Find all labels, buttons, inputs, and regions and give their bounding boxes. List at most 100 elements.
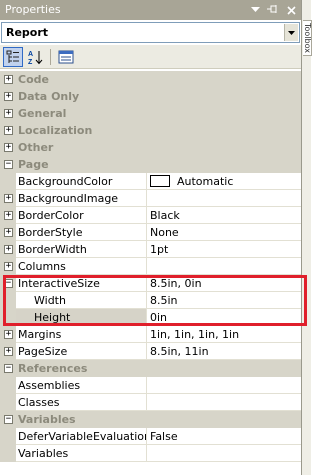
property-name[interactable]: Columns [16, 258, 147, 275]
property-row-columns[interactable]: + Columns [0, 258, 301, 275]
toolbox-tab-label: Toolbox [303, 23, 312, 53]
category-label: References [16, 360, 301, 377]
category-code[interactable]: + Code [0, 71, 301, 88]
property-value[interactable]: False [147, 428, 301, 445]
property-value[interactable]: 1in, 1in, 1in, 1in [147, 326, 301, 343]
property-name[interactable]: BorderColor [16, 207, 147, 224]
expand-icon[interactable]: + [4, 262, 13, 271]
property-row-bordercolor[interactable]: + BorderColor Black [0, 207, 301, 224]
property-row-borderstyle[interactable]: + BorderStyle None [0, 224, 301, 241]
property-value[interactable] [147, 445, 301, 462]
property-name[interactable]: Height [16, 309, 147, 326]
property-value-text: False [150, 429, 178, 443]
property-value-text: None [150, 225, 179, 239]
window-position-dropdown-icon[interactable] [249, 3, 261, 17]
property-value-text: 8.5in, 0in [150, 276, 202, 290]
property-name[interactable]: BorderWidth [16, 241, 147, 258]
collapse-icon[interactable]: − [4, 364, 13, 373]
property-row-margins[interactable]: + Margins 1in, 1in, 1in, 1in [0, 326, 301, 343]
expand-icon[interactable]: + [4, 211, 13, 220]
property-pages-button[interactable] [56, 47, 76, 67]
category-other[interactable]: + Other [0, 139, 301, 156]
categorized-button[interactable] [3, 46, 23, 67]
window-title: Properties [5, 3, 61, 16]
category-page[interactable]: − Page [0, 156, 301, 173]
property-row-classes[interactable]: Classes [0, 394, 301, 411]
expand-icon[interactable]: + [4, 245, 13, 254]
close-icon[interactable] [285, 3, 297, 17]
expand-icon[interactable]: + [4, 75, 13, 84]
expand-icon[interactable]: + [4, 92, 13, 101]
property-row-backgroundcolor[interactable]: BackgroundColor Automatic [0, 173, 301, 190]
property-row-variables[interactable]: Variables [0, 445, 301, 462]
toolbox-side-tab[interactable]: Toolbox [303, 20, 312, 56]
property-row-width[interactable]: Width 8.5in [0, 292, 301, 309]
property-row-borderwidth[interactable]: + BorderWidth 1pt [0, 241, 301, 258]
property-value[interactable]: Black [147, 207, 301, 224]
property-value-text: Automatic [177, 174, 234, 188]
property-name[interactable]: BackgroundImage [16, 190, 147, 207]
collapse-icon[interactable]: − [4, 415, 13, 424]
auto-hide-pin-icon[interactable] [267, 3, 279, 17]
category-localization[interactable]: + Localization [0, 122, 301, 139]
property-value[interactable]: 0in [147, 309, 301, 326]
row-gutter: − [0, 156, 16, 173]
expand-icon[interactable]: + [4, 109, 13, 118]
row-gutter [0, 428, 16, 445]
category-variables[interactable]: − Variables [0, 411, 301, 428]
property-row-pagesize[interactable]: + PageSize 8.5in, 11in [0, 343, 301, 360]
row-gutter: + [0, 258, 16, 275]
toolbar-separator [50, 48, 51, 65]
alphabetical-button[interactable]: A Z [25, 47, 45, 67]
property-value[interactable]: None [147, 224, 301, 241]
collapse-icon[interactable]: − [4, 279, 13, 288]
property-name[interactable]: InteractiveSize [16, 275, 147, 292]
object-selector[interactable]: Report [1, 22, 300, 43]
property-name[interactable]: Margins [16, 326, 147, 343]
category-data-only[interactable]: + Data Only [0, 88, 301, 105]
expand-icon[interactable]: + [4, 143, 13, 152]
sort-alphabetical-icon: A Z [28, 50, 43, 65]
property-row-interactivesize[interactable]: − InteractiveSize 8.5in, 0in [0, 275, 301, 292]
category-references[interactable]: − References [0, 360, 301, 377]
category-label: Localization [16, 122, 301, 139]
property-name[interactable]: PageSize [16, 343, 147, 360]
category-general[interactable]: + General [0, 105, 301, 122]
expand-icon[interactable]: + [4, 228, 13, 237]
property-pages-icon [58, 50, 74, 63]
expand-icon[interactable]: + [4, 347, 13, 356]
property-name[interactable]: Width [16, 292, 147, 309]
row-gutter: + [0, 224, 16, 241]
category-label: Page [16, 156, 301, 173]
property-value[interactable]: 8.5in, 11in [147, 343, 301, 360]
collapse-icon[interactable]: − [4, 160, 13, 169]
property-name[interactable]: Variables [16, 445, 147, 462]
property-value[interactable] [147, 258, 301, 275]
property-row-assemblies[interactable]: Assemblies [0, 377, 301, 394]
property-value[interactable]: Automatic [147, 173, 301, 190]
property-value-text: 1pt [150, 242, 169, 256]
property-row-height[interactable]: Height 0in [0, 309, 301, 326]
property-name[interactable]: BorderStyle [16, 224, 147, 241]
row-gutter: + [0, 105, 16, 122]
category-label: General [16, 105, 301, 122]
svg-text:A: A [28, 51, 33, 58]
chevron-down-icon[interactable] [284, 24, 298, 41]
property-name[interactable]: BackgroundColor [16, 173, 147, 190]
expand-icon[interactable]: + [4, 194, 13, 203]
expand-icon[interactable]: + [4, 126, 13, 135]
property-value[interactable]: 8.5in [147, 292, 301, 309]
property-value[interactable]: 8.5in, 0in [147, 275, 301, 292]
category-label: Variables [16, 411, 301, 428]
row-gutter: + [0, 343, 16, 360]
property-value[interactable] [147, 394, 301, 411]
property-name[interactable]: Assemblies [16, 377, 147, 394]
expand-icon[interactable]: + [4, 330, 13, 339]
property-name[interactable]: DeferVariableEvaluation [16, 428, 147, 445]
property-value[interactable] [147, 190, 301, 207]
property-value[interactable]: 1pt [147, 241, 301, 258]
property-value[interactable] [147, 377, 301, 394]
property-row-backgroundimage[interactable]: + BackgroundImage [0, 190, 301, 207]
property-row-defervariableevaluation[interactable]: DeferVariableEvaluation False [0, 428, 301, 445]
property-name[interactable]: Classes [16, 394, 147, 411]
